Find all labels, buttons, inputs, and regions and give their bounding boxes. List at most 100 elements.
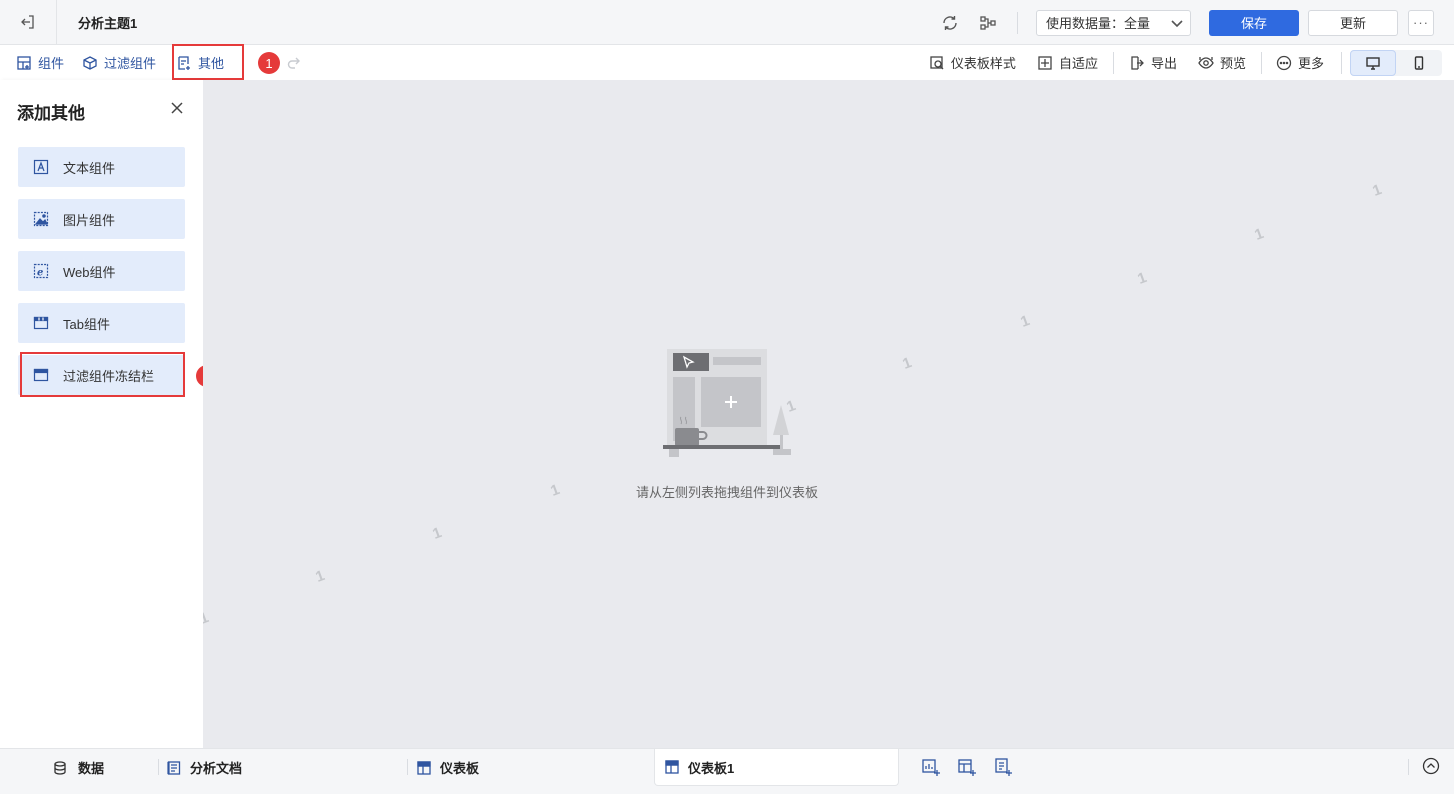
web-icon: e	[33, 263, 49, 279]
save-button[interactable]: 保存	[1209, 9, 1299, 36]
refresh-icon	[943, 15, 957, 30]
add-dashboard-icon	[958, 759, 976, 776]
divider	[158, 759, 159, 775]
adaptive-label: 自适应	[1058, 56, 1098, 71]
panel-title: 添加其他	[17, 104, 85, 123]
watermark: 1	[1018, 312, 1032, 331]
highlight-box-freeze-bar	[20, 352, 185, 397]
tab-analysis-document[interactable]: 分析文档	[166, 749, 242, 786]
monitor-icon	[1366, 56, 1380, 70]
divider	[1017, 11, 1018, 34]
tab-dashboard1[interactable]: 仪表板1	[654, 749, 899, 786]
filter-components-button[interactable]: 过滤组件	[82, 45, 156, 80]
web-component-label: Web组件	[63, 264, 116, 280]
export-icon	[1131, 55, 1144, 70]
empty-hint-text: 请从左侧列表拖拽组件到仪表板	[635, 485, 818, 500]
mobile-phone-icon	[1414, 55, 1424, 70]
redo-button[interactable]	[286, 45, 302, 80]
adaptive-button[interactable]: 自适应	[1037, 45, 1098, 80]
filter-components-label: 过滤组件	[104, 56, 157, 71]
watermark: 1	[313, 567, 327, 586]
dashboard-icon	[417, 760, 431, 775]
dashboard-canvas[interactable]: 1 1 1 1 1 1 1 1 1 1 请从左侧列表拖拽组件到仪表板	[203, 80, 1454, 748]
refresh-button[interactable]	[939, 12, 961, 34]
divider	[1408, 759, 1409, 775]
text-icon	[33, 159, 49, 175]
top-header: 分析主题1 使用数据量：全量 保存 更新 ···	[0, 0, 1454, 45]
more-label: 更多	[1297, 56, 1324, 71]
component-icon	[17, 55, 31, 70]
database-icon	[54, 760, 66, 775]
document-icon	[167, 760, 181, 775]
close-panel-button[interactable]	[168, 99, 186, 117]
components-button[interactable]: 组件	[16, 45, 64, 80]
preview-label: 预览	[1219, 56, 1246, 71]
tab-component-item[interactable]: Tab组件	[18, 303, 185, 343]
dashboard-style-button[interactable]: 仪表板样式	[929, 45, 1016, 80]
tab-data-label: 数据	[78, 761, 105, 776]
add-document-icon	[995, 758, 1012, 776]
tab-dashboard1-label: 仪表板1	[688, 760, 735, 776]
dashboard-icon	[665, 760, 679, 774]
style-icon	[930, 55, 944, 69]
web-component-item[interactable]: e Web组件	[18, 251, 185, 291]
chevron-up-circle-icon	[1422, 757, 1440, 775]
divider	[1341, 51, 1342, 74]
add-dashboard-button[interactable]	[957, 757, 977, 777]
exit-icon	[21, 15, 34, 29]
components-label: 组件	[38, 56, 65, 71]
filter-cube-icon	[83, 55, 97, 70]
watermark: 1	[430, 524, 444, 543]
watermark: 1	[900, 354, 914, 373]
divider	[1260, 51, 1262, 74]
collapse-bottom-button[interactable]	[1422, 757, 1442, 777]
tab-icon	[33, 316, 49, 330]
watermark: 1	[1135, 269, 1149, 288]
tab-dashboard-label: 仪表板	[440, 761, 480, 776]
tab-component-label: Tab组件	[63, 316, 110, 332]
divider	[407, 759, 408, 775]
tab-analysis-document-label: 分析文档	[190, 761, 243, 776]
empty-dashboard-illustration	[663, 349, 791, 457]
add-other-panel: 添加其他 文本组件 图片组件 e Web组件 Tab组件 过滤组件冻结栏	[0, 80, 203, 748]
text-component-label: 文本组件	[63, 160, 116, 176]
preview-eye-icon	[1198, 56, 1214, 69]
watermark: 1	[1252, 225, 1266, 244]
image-component-item[interactable]: 图片组件	[18, 199, 185, 239]
image-icon	[33, 211, 49, 227]
exit-button[interactable]	[0, 0, 57, 45]
step-badge-1: 1	[258, 52, 280, 74]
update-button[interactable]: 更新	[1308, 9, 1398, 36]
relation-button[interactable]	[977, 12, 999, 34]
more-circle-icon	[1276, 55, 1292, 70]
export-button[interactable]: 导出	[1129, 45, 1177, 80]
relation-icon	[980, 15, 996, 30]
page-title: 分析主题1	[78, 15, 138, 31]
data-volume-label: 使用数据量：全量	[1046, 16, 1151, 31]
bottom-tab-bar: 数据 分析文档 仪表板 仪表板1	[0, 748, 1454, 794]
mobile-view-button[interactable]	[1396, 50, 1442, 76]
adaptive-icon	[1038, 55, 1052, 70]
svg-text:e: e	[37, 268, 43, 279]
add-chart-icon	[922, 759, 940, 776]
add-analysis-button[interactable]	[921, 757, 941, 777]
tab-dashboard[interactable]: 仪表板	[416, 749, 479, 786]
chevron-down-icon	[1171, 19, 1183, 27]
more-button[interactable]: 更多	[1276, 45, 1324, 80]
divider	[1112, 51, 1114, 74]
desktop-view-button[interactable]	[1350, 49, 1396, 76]
watermark: 1	[1370, 181, 1384, 200]
highlight-box-other	[172, 44, 244, 80]
dashboard-style-label: 仪表板样式	[950, 56, 1016, 71]
text-component-item[interactable]: 文本组件	[18, 147, 185, 187]
more-options-button[interactable]: ···	[1408, 9, 1434, 36]
image-component-label: 图片组件	[63, 212, 116, 228]
preview-button[interactable]: 预览	[1198, 45, 1246, 80]
tab-data[interactable]: 数据	[52, 749, 104, 786]
redo-icon	[287, 57, 301, 69]
add-document-button[interactable]	[993, 757, 1013, 777]
close-icon	[171, 102, 183, 114]
data-volume-select[interactable]: 使用数据量：全量	[1036, 9, 1191, 36]
watermark: 1	[203, 609, 211, 628]
device-toggle	[1350, 49, 1442, 76]
